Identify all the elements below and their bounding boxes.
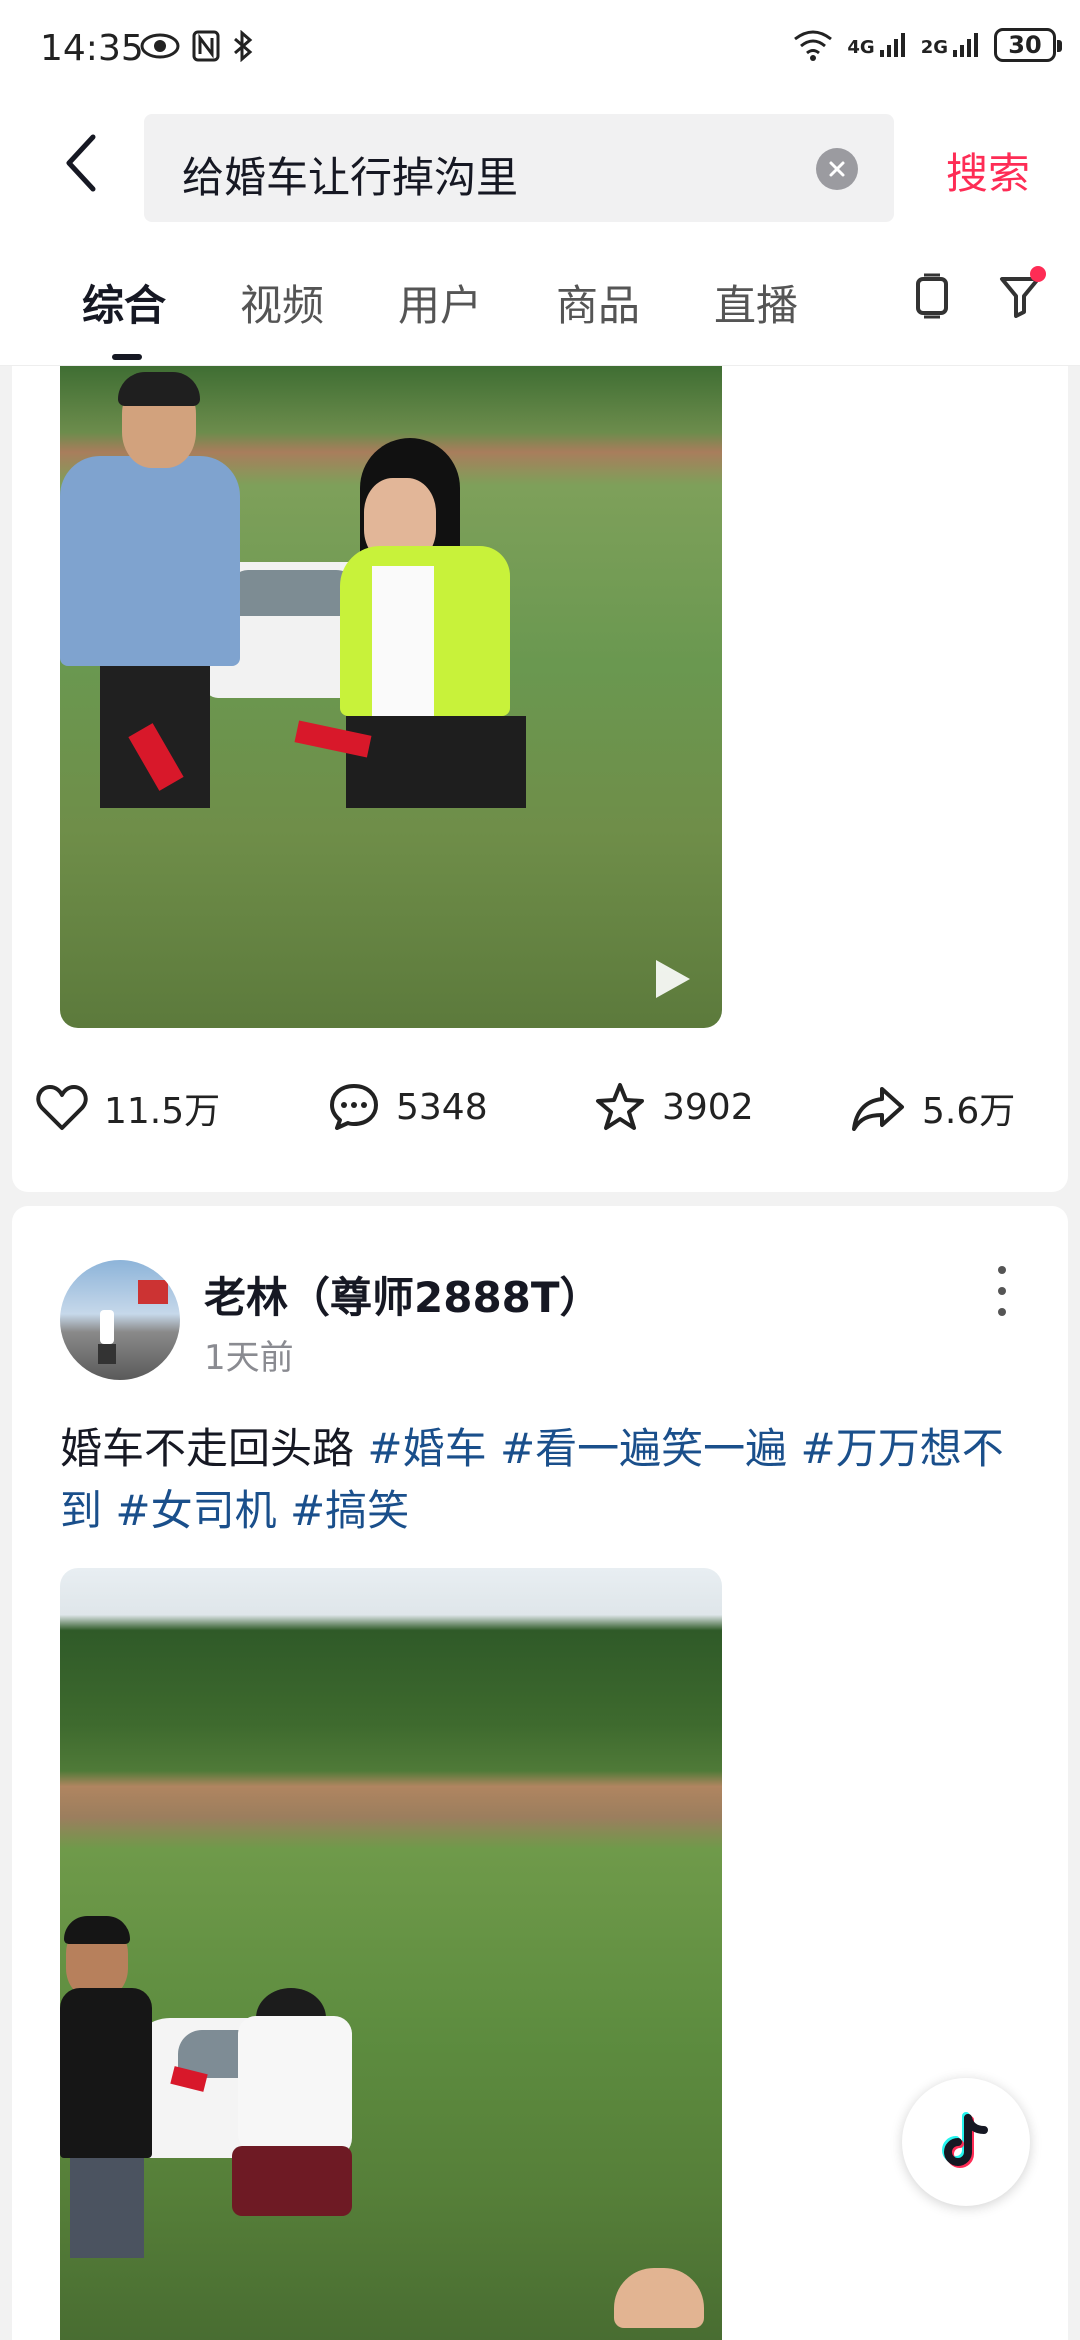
hashtag[interactable]: #搞笑 xyxy=(290,1486,409,1535)
notification-dot xyxy=(1030,266,1046,282)
play-icon xyxy=(656,960,690,998)
status-time: 14:35 xyxy=(40,28,144,69)
tab-videos[interactable]: 视频 xyxy=(240,272,324,333)
status-left-icons xyxy=(140,30,254,62)
status-bar: 14:35 4G 2G 30 xyxy=(0,0,1080,100)
hashtag[interactable]: #看一遍笑一遍 xyxy=(500,1424,787,1473)
favorite-count: 3902 xyxy=(662,1086,754,1128)
video-thumbnail[interactable] xyxy=(60,1568,722,2340)
tab-users[interactable]: 用户 xyxy=(398,272,482,333)
signal-icon xyxy=(879,33,905,57)
search-input[interactable]: 给婚车让行掉沟里 xyxy=(144,114,894,222)
network-2g: 2G xyxy=(921,32,980,58)
bluetooth-icon xyxy=(234,30,253,62)
author-name[interactable]: 老林（尊师2888T） xyxy=(204,1264,602,1325)
search-query: 给婚车让行掉沟里 xyxy=(182,153,519,202)
search-tabs: 综合 视频 用户 商品 直播 xyxy=(0,230,1080,366)
post-time: 1天前 xyxy=(204,1338,294,1378)
post-description: 婚车不走回头路 #婚车 #看一遍笑一遍 #万万想不到 #女司机 #搞笑 xyxy=(60,1418,1020,1542)
clear-icon xyxy=(829,161,845,177)
more-icon xyxy=(998,1266,1006,1274)
comment-icon xyxy=(330,1084,378,1130)
video-thumbnail[interactable] xyxy=(60,366,722,1028)
tab-comprehensive[interactable]: 综合 xyxy=(82,272,166,333)
nfc-icon xyxy=(192,30,220,62)
star-icon xyxy=(596,1083,644,1130)
back-button[interactable] xyxy=(50,128,110,198)
hashtag[interactable]: #婚车 xyxy=(367,1424,486,1473)
search-header: 给婚车让行掉沟里 搜索 xyxy=(0,100,1080,230)
avatar[interactable] xyxy=(60,1260,180,1380)
chevron-left-icon xyxy=(66,134,96,192)
comment-button[interactable]: 5348 xyxy=(328,1082,488,1132)
share-button[interactable]: 5.6万 xyxy=(850,1082,1015,1134)
more-options-button[interactable] xyxy=(992,1266,1012,1316)
tiktok-floating-button[interactable] xyxy=(902,2078,1030,2206)
tab-products[interactable]: 商品 xyxy=(556,272,640,333)
active-tab-indicator xyxy=(112,354,142,360)
comment-count: 5348 xyxy=(396,1086,488,1128)
hashtag[interactable]: #女司机 xyxy=(115,1486,276,1535)
share-count: 5.6万 xyxy=(922,1091,1016,1132)
officer-figure xyxy=(60,456,240,666)
share-icon xyxy=(852,1087,904,1131)
battery-icon: 30 xyxy=(994,28,1062,62)
search-button[interactable]: 搜索 xyxy=(946,140,1030,201)
post-text: 婚车不走回头路 xyxy=(60,1424,355,1473)
layout-toggle-button[interactable] xyxy=(902,266,962,326)
clear-button[interactable] xyxy=(816,148,858,190)
favorite-button[interactable]: 3902 xyxy=(594,1082,754,1132)
action-bar: 11.5万 5348 3902 5.6万 xyxy=(12,1062,1068,1152)
like-button[interactable]: 11.5万 xyxy=(36,1082,220,1134)
like-count: 11.5万 xyxy=(104,1091,221,1132)
status-right-icons: 4G 2G 30 xyxy=(793,28,1062,62)
network-4g: 4G xyxy=(847,32,906,58)
tab-live[interactable]: 直播 xyxy=(714,272,798,333)
heart-icon xyxy=(36,1085,88,1130)
filter-button[interactable] xyxy=(990,266,1050,326)
video-card: 11.5万 5348 3902 5.6万 xyxy=(12,366,1068,1192)
tablet-icon xyxy=(916,273,948,319)
eye-icon xyxy=(140,33,180,59)
signal-icon xyxy=(953,33,978,57)
tiktok-logo-icon xyxy=(942,2112,988,2168)
wifi-icon xyxy=(794,30,833,61)
